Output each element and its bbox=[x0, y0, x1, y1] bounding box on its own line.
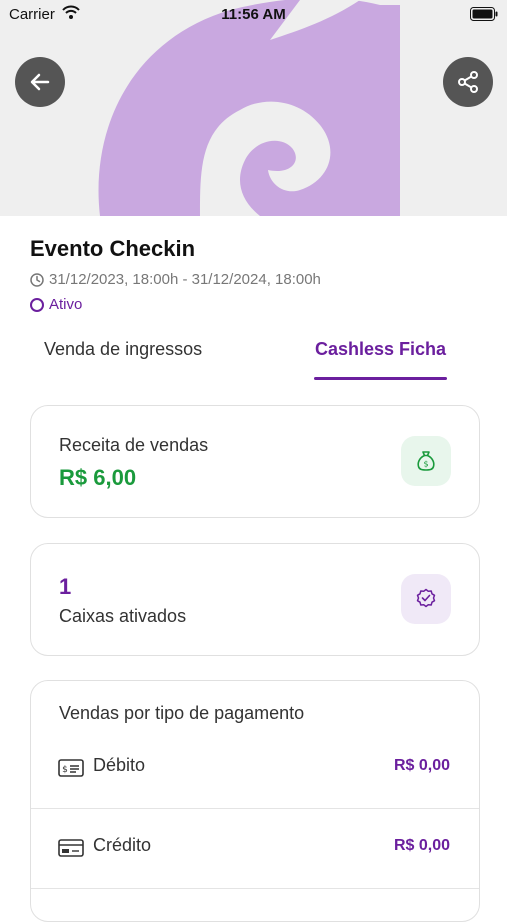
battery-icon bbox=[470, 7, 498, 21]
divider bbox=[31, 888, 479, 889]
revenue-value: R$ 6,00 bbox=[59, 465, 137, 490]
money-bag-icon: $ bbox=[417, 451, 435, 471]
event-date-range: 31/12/2023, 18:00h - 31/12/2024, 18:00h bbox=[49, 271, 321, 288]
payment-name: Débito bbox=[93, 755, 146, 775]
clock-icon bbox=[30, 272, 44, 287]
payments-card: Vendas por tipo de pagamento $ Débito R$… bbox=[30, 680, 480, 922]
revenue-card: Receita de vendas R$ 6,00 $ bbox=[30, 405, 480, 518]
cashier-card: 1 Caixas ativados bbox=[30, 543, 480, 656]
status-circle-icon bbox=[30, 297, 44, 312]
clock: 11:56 AM bbox=[221, 6, 286, 23]
revenue-label: Receita de vendas bbox=[59, 435, 209, 455]
payment-row-credito[interactable]: Crédito R$ 0,00 bbox=[31, 809, 479, 889]
cashier-count: 1 bbox=[59, 574, 72, 599]
tab-cashless-ficha[interactable]: Cashless Ficha bbox=[315, 339, 446, 360]
event-banner bbox=[0, 0, 507, 216]
svg-text:$: $ bbox=[423, 460, 428, 469]
status-bar: Carrier 11:56 AM bbox=[0, 0, 507, 30]
payment-name: Crédito bbox=[93, 835, 152, 855]
event-title: Evento Checkin bbox=[30, 236, 196, 261]
tab-venda-de-ingressos[interactable]: Venda de ingressos bbox=[44, 339, 202, 360]
revenue-icon-box: $ bbox=[401, 436, 451, 486]
share-icon bbox=[458, 71, 478, 93]
event-date-row: 31/12/2023, 18:00h - 31/12/2024, 18:00h bbox=[30, 271, 321, 288]
payment-value: R$ 0,00 bbox=[393, 837, 450, 854]
verified-badge-icon bbox=[416, 588, 436, 608]
event-status: Ativo bbox=[30, 296, 82, 313]
share-button[interactable] bbox=[443, 57, 493, 107]
event-logo-image bbox=[98, 0, 400, 216]
back-button[interactable] bbox=[15, 57, 65, 107]
active-tab-indicator bbox=[314, 377, 447, 380]
payment-row-debito[interactable]: $ Débito R$ 0,00 bbox=[31, 729, 479, 809]
cashier-label: Caixas ativados bbox=[59, 606, 187, 626]
event-status-label: Ativo bbox=[49, 296, 83, 313]
debit-card-icon: $ bbox=[58, 759, 84, 777]
payments-title: Vendas por tipo de pagamento bbox=[59, 703, 305, 723]
cashier-icon-box bbox=[401, 574, 451, 624]
payment-value: R$ 0,00 bbox=[393, 757, 450, 774]
arrow-left-icon bbox=[30, 73, 50, 91]
credit-card-icon bbox=[58, 839, 84, 857]
svg-text:$: $ bbox=[62, 765, 68, 775]
